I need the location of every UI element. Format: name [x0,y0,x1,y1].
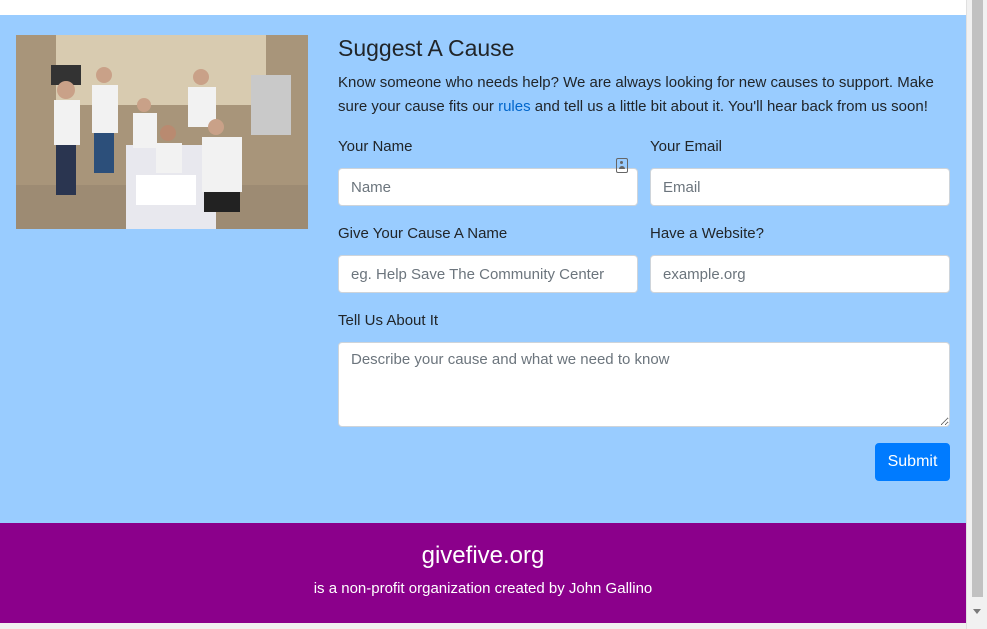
contact-card-icon[interactable] [616,158,628,173]
bottom-strip [0,623,966,629]
group-photo [16,35,308,229]
intro-text: Know someone who needs help? We are alwa… [338,71,950,119]
footer-tagline: is a non-profit organization created by … [313,580,653,597]
scroll-down-arrow-icon[interactable] [973,609,981,614]
vertical-scrollbar[interactable] [966,0,987,629]
footer-brand: givefive.org [421,542,545,569]
intro-text-part: and tell us a little bit about it. You'l… [530,98,928,115]
scrollbar-thumb[interactable] [972,0,983,597]
website-label: Have a Website? [650,225,764,242]
rules-link[interactable]: rules [498,98,531,115]
cause-name-label: Give Your Cause A Name [338,225,508,242]
name-label: Your Name [338,138,413,155]
cause-name-input[interactable] [338,255,638,293]
footer: givefive.org is a non-profit organizatio… [0,523,966,623]
website-input[interactable] [650,255,950,293]
name-input[interactable] [338,168,638,206]
main-section: Suggest A Cause Know someone who needs h… [0,15,966,523]
about-label: Tell Us About It [338,312,439,329]
email-label: Your Email [650,138,722,155]
page-title: Suggest A Cause [338,35,515,61]
about-textarea[interactable] [338,342,950,427]
top-strip [0,0,966,15]
email-input[interactable] [650,168,950,206]
suggest-form-area: Suggest A Cause Know someone who needs h… [338,35,950,493]
submit-button[interactable]: Submit [875,443,950,481]
